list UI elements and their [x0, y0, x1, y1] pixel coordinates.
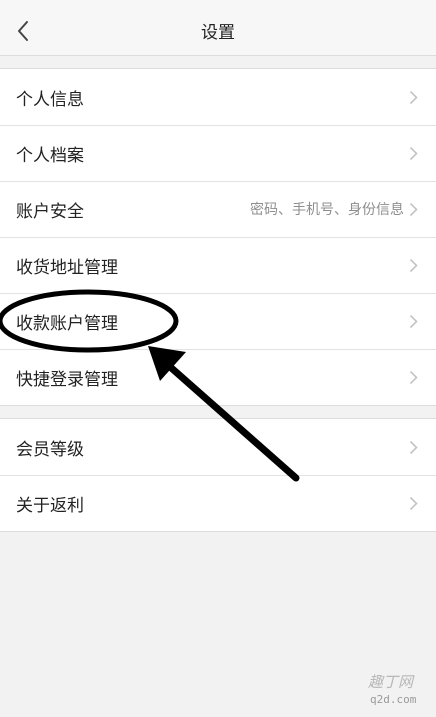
watermark-url: q2d.com: [370, 693, 417, 706]
chevron-right-icon: [408, 145, 418, 161]
chevron-right-icon: [408, 257, 418, 273]
chevron-right-icon: [408, 313, 418, 329]
settings-item-label: 收货地址管理: [16, 257, 118, 278]
settings-screen: 设置 个人信息 个人档案 账户安全 密码、手机号、身份信息 收货地址管理 收款账…: [0, 0, 436, 717]
settings-item-shipping-address[interactable]: 收货地址管理: [0, 237, 436, 293]
settings-item-quick-login[interactable]: 快捷登录管理: [0, 349, 436, 405]
settings-item-about-rebate[interactable]: 关于返利: [0, 475, 436, 531]
chevron-right-icon: [408, 369, 418, 385]
settings-item-detail: 密码、手机号、身份信息: [250, 202, 404, 218]
page-title: 设置: [201, 23, 235, 43]
settings-group-account: 个人信息 个人档案 账户安全 密码、手机号、身份信息 收货地址管理 收款账户管理…: [0, 68, 436, 406]
settings-item-label: 会员等级: [16, 439, 84, 460]
chevron-right-icon: [408, 495, 418, 511]
settings-item-label: 快捷登录管理: [16, 369, 118, 390]
watermark-text: 趣丁网: [368, 673, 414, 691]
status-bar: [0, 0, 436, 10]
back-button[interactable]: [6, 16, 40, 50]
chevron-right-icon: [408, 201, 418, 217]
settings-item-personal-info[interactable]: 个人信息: [0, 69, 436, 125]
settings-group-about: 会员等级 关于返利: [0, 418, 436, 532]
chevron-left-icon: [16, 20, 30, 46]
chevron-right-icon: [408, 89, 418, 105]
settings-item-label: 个人档案: [16, 145, 84, 166]
settings-item-payment-account[interactable]: 收款账户管理: [0, 293, 436, 349]
settings-item-label: 个人信息: [16, 89, 84, 110]
settings-item-personal-profile[interactable]: 个人档案: [0, 125, 436, 181]
settings-item-member-level[interactable]: 会员等级: [0, 419, 436, 475]
nav-header: 设置: [0, 10, 436, 56]
settings-item-label: 关于返利: [16, 495, 84, 516]
settings-item-account-security[interactable]: 账户安全 密码、手机号、身份信息: [0, 181, 436, 237]
watermark-logo: 趣丁网 q2d.com: [358, 671, 428, 711]
settings-item-label: 收款账户管理: [16, 313, 118, 334]
chevron-right-icon: [408, 439, 418, 455]
settings-item-label: 账户安全: [16, 201, 84, 222]
